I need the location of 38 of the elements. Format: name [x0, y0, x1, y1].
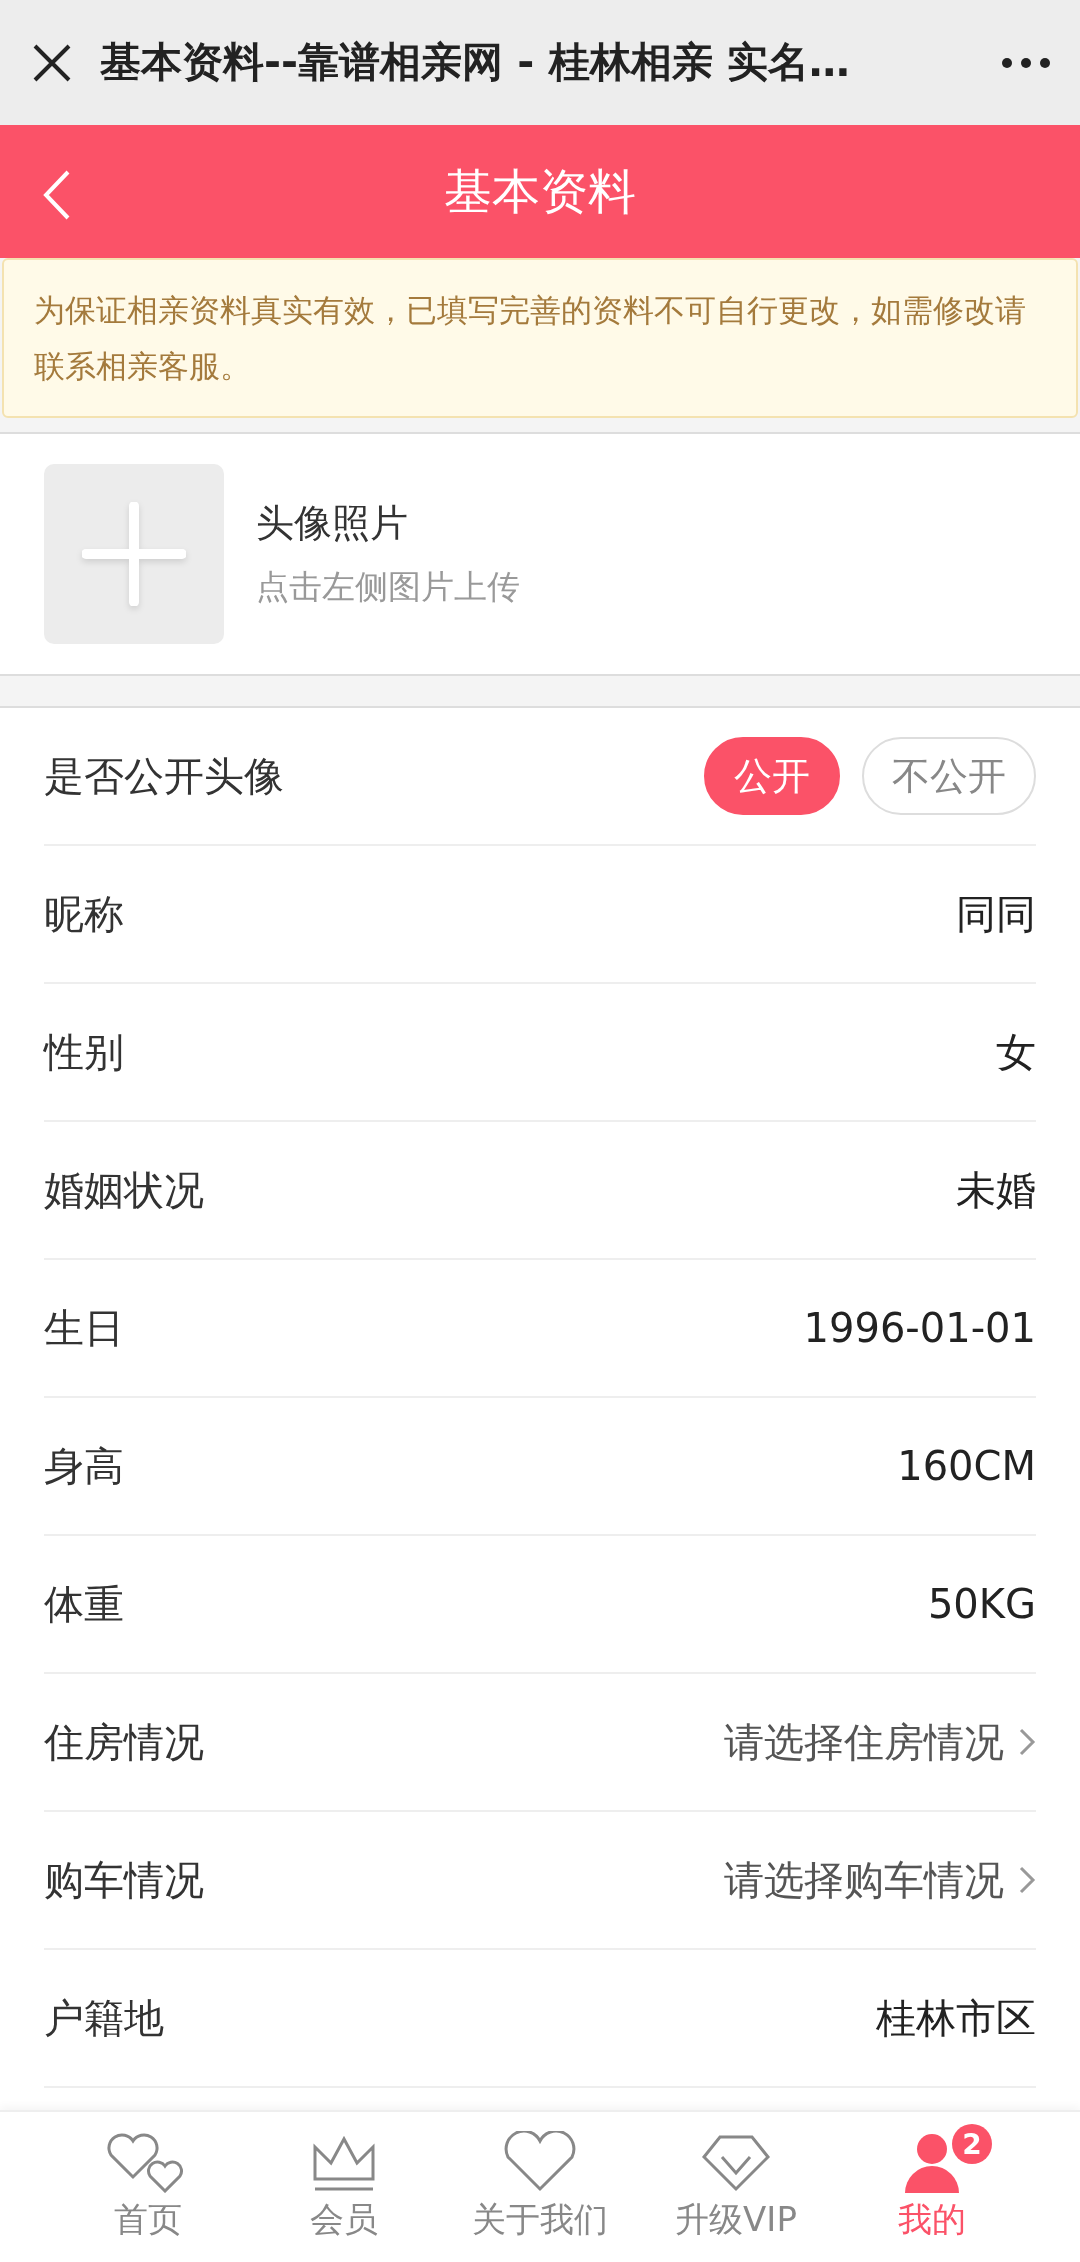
chevron-right-icon [1018, 1727, 1036, 1757]
notice-text: 为保证相亲资料真实有效，已填写完善的资料不可自行更改，如需修改请联系相亲客服。 [2, 258, 1078, 418]
field-label: 婚姻状况 [44, 1165, 204, 1215]
field-label: 性别 [44, 1027, 124, 1077]
nav-tab[interactable]: 关于我们 [442, 2112, 638, 2262]
nav-tab[interactable]: 会员 [246, 2112, 442, 2262]
field-label: 昵称 [44, 889, 124, 939]
field-label: 购车情况 [44, 1855, 204, 1905]
field-label: 户籍地 [44, 1993, 164, 2043]
field-label: 住房情况 [44, 1717, 204, 1767]
field-value: 160CM [897, 1443, 1036, 1489]
window-title: 基本资料--靠谱相亲网 - 桂林相亲 实名… [100, 37, 851, 88]
nav-tab[interactable]: 我的 2 [834, 2112, 1030, 2262]
field-value: 女 [996, 1027, 1036, 1077]
visibility-option[interactable]: 公开 [704, 737, 840, 815]
field-label: 生日 [44, 1303, 124, 1353]
select-placeholder[interactable]: 请选择购车情况 [724, 1852, 1004, 1908]
field-value: 同同 [956, 889, 1036, 939]
visibility-option[interactable]: 不公开 [862, 737, 1036, 815]
chevron-right-icon [1018, 1865, 1036, 1895]
back-icon[interactable] [42, 169, 72, 221]
plus-icon [82, 502, 186, 606]
field-label: 体重 [44, 1579, 124, 1629]
field-value: 1996-01-01 [803, 1305, 1036, 1351]
nav-tab[interactable]: 升级VIP [638, 2112, 834, 2262]
field-value: 未婚 [956, 1165, 1036, 1215]
avatar-title: 头像照片 [256, 500, 409, 547]
avatar-hint: 点击左侧图片上传 [256, 566, 520, 608]
badge: 2 [952, 2124, 992, 2164]
field-label: 身高 [44, 1441, 124, 1491]
field-label: 是否公开头像 [44, 751, 284, 801]
select-placeholder[interactable]: 请选择住房情况 [724, 1714, 1004, 1770]
close-icon[interactable] [32, 42, 72, 83]
page-title: 基本资料 [444, 161, 636, 221]
field-value: 桂林市区 [876, 1993, 1036, 2043]
field-value: 50KG [927, 1581, 1036, 1627]
nav-tab[interactable]: 首页 [50, 2112, 246, 2262]
more-icon[interactable] [1002, 57, 1050, 68]
